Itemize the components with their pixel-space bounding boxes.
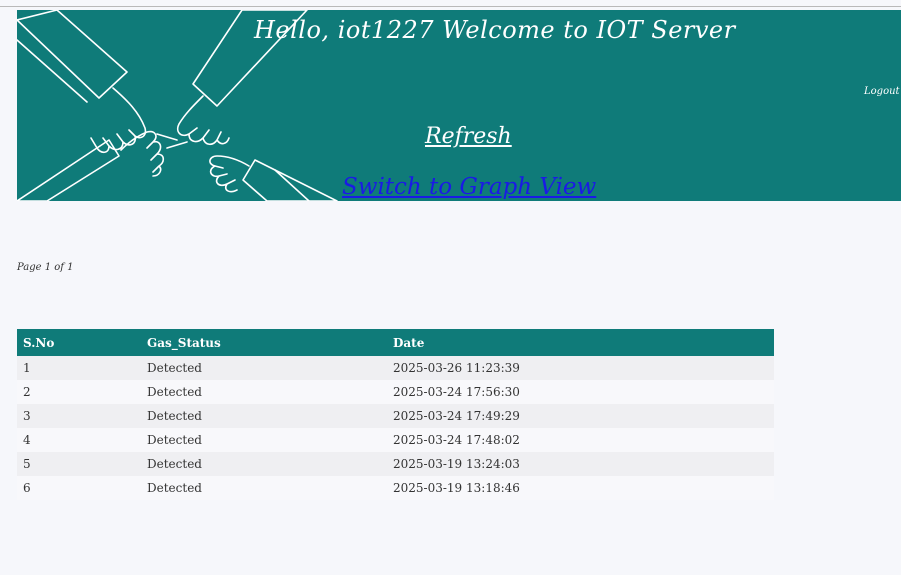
logout-link[interactable]: Logout (864, 86, 900, 97)
page-indicator: Page 1 of 1 (17, 262, 74, 273)
cell-gas-status: Detected (147, 409, 202, 423)
header-banner: Hello, iot1227 Welcome to IOT Server Log… (17, 10, 901, 201)
table-row: 6 Detected 2025-03-19 13:18:46 (17, 476, 774, 500)
table-row: 3 Detected 2025-03-24 17:49:29 (17, 404, 774, 428)
cell-gas-status: Detected (147, 385, 202, 399)
top-divider (0, 6, 901, 7)
gas-status-table: S.No Gas_Status Date 1 Detected 2025-03-… (17, 329, 774, 500)
cell-date: 2025-03-24 17:56:30 (393, 385, 520, 399)
table-row: 1 Detected 2025-03-26 11:23:39 (17, 356, 774, 380)
cell-date: 2025-03-19 13:18:46 (393, 481, 520, 495)
cell-gas-status: Detected (147, 361, 202, 375)
column-header-sno: S.No (17, 329, 141, 356)
page-title: Hello, iot1227 Welcome to IOT Server (254, 16, 736, 44)
table-row: 4 Detected 2025-03-24 17:48:02 (17, 428, 774, 452)
cell-date: 2025-03-24 17:48:02 (393, 433, 520, 447)
cell-gas-status: Detected (147, 481, 202, 495)
cell-date: 2025-03-26 11:23:39 (393, 361, 520, 375)
table-row: 5 Detected 2025-03-19 13:24:03 (17, 452, 774, 476)
column-header-date: Date (387, 329, 774, 356)
cell-sno: 3 (23, 409, 31, 423)
cell-gas-status: Detected (147, 457, 202, 471)
refresh-link[interactable]: Refresh (425, 124, 512, 149)
cell-sno: 1 (23, 361, 31, 375)
column-header-gas-status: Gas_Status (141, 329, 387, 356)
cell-gas-status: Detected (147, 433, 202, 447)
cell-sno: 6 (23, 481, 31, 495)
switch-to-graph-view-link[interactable]: Switch to Graph View (342, 174, 596, 200)
cell-sno: 4 (23, 433, 31, 447)
cell-sno: 5 (23, 457, 31, 471)
cell-date: 2025-03-19 13:24:03 (393, 457, 520, 471)
cell-sno: 2 (23, 385, 31, 399)
table-row: 2 Detected 2025-03-24 17:56:30 (17, 380, 774, 404)
table-header-row: S.No Gas_Status Date (17, 329, 774, 356)
cell-date: 2025-03-24 17:49:29 (393, 409, 520, 423)
